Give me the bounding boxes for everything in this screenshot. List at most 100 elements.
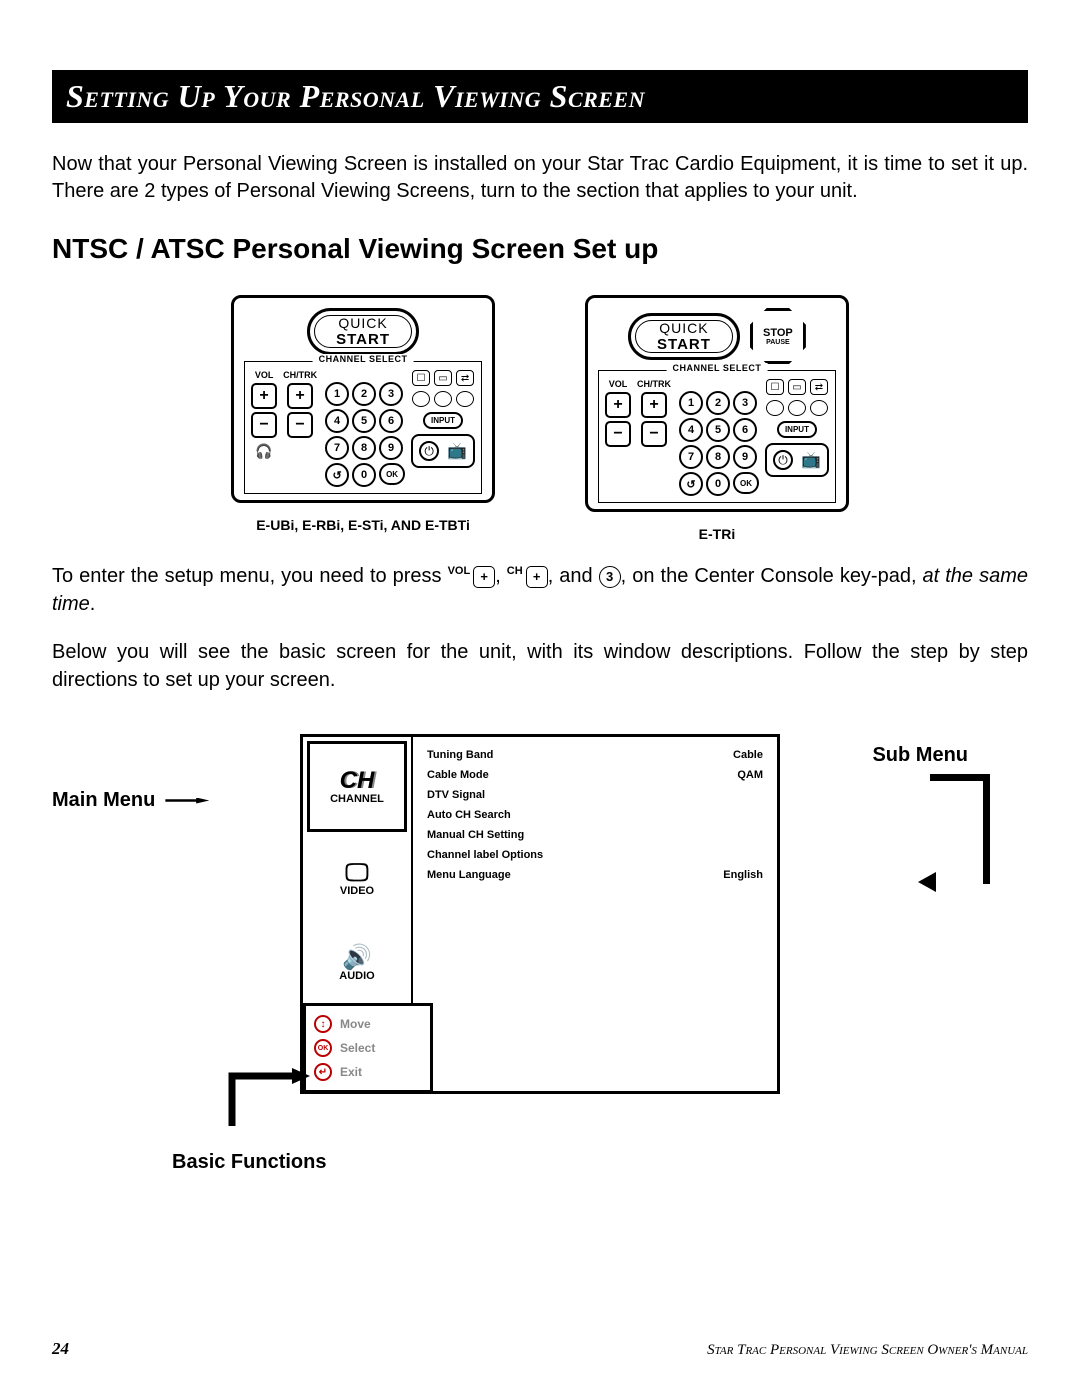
- vol-down-button-r[interactable]: −: [605, 421, 631, 447]
- section-heading: NTSC / ATSC Personal Viewing Screen Set …: [52, 233, 1028, 265]
- key-9[interactable]: 9: [379, 436, 403, 460]
- control-panels-row: QUICK START CHANNEL SELECT VOL + − 🎧 CH/…: [52, 295, 1028, 542]
- circle-icon-1[interactable]: [412, 391, 430, 407]
- basic-functions-arrow: [222, 1066, 322, 1136]
- panel-right-caption: E-TRi: [585, 526, 849, 542]
- main-menu-channel[interactable]: CH CHANNEL: [307, 741, 407, 832]
- channel-select-frame: CHANNEL SELECT VOL + − 🎧 CH/TRK + −: [244, 361, 482, 494]
- basic-fn-exit: ↵Exit: [314, 1063, 422, 1081]
- vol-up-button-r[interactable]: +: [605, 392, 631, 418]
- sub-row[interactable]: Channel label Options: [427, 849, 763, 861]
- circle-icon-3-r[interactable]: [810, 400, 828, 416]
- aspect-icon[interactable]: ▭: [434, 370, 452, 386]
- instruction-follow-steps: Below you will see the basic screen for …: [52, 638, 1028, 694]
- main-menu-audio[interactable]: 🔊 AUDIO: [303, 921, 411, 1006]
- aspect-icon-r[interactable]: ▭: [788, 379, 806, 395]
- sub-row[interactable]: Auto CH Search: [427, 809, 763, 821]
- channel-select-frame-r: CHANNEL SELECT VOL + − CH/TRK + −: [598, 370, 836, 503]
- usb-icon[interactable]: ⇄: [456, 370, 474, 386]
- power-icon-r[interactable]: ⏻: [773, 450, 793, 470]
- key-4-r[interactable]: 4: [679, 418, 703, 442]
- circle-icon-1-r[interactable]: [766, 400, 784, 416]
- basic-fn-select: OKSelect: [314, 1039, 422, 1057]
- key-2-r[interactable]: 2: [706, 391, 730, 415]
- callout-main-menu: Main Menu: [52, 789, 209, 812]
- stop-button[interactable]: STOP PAUSE: [750, 308, 806, 364]
- tv-screen: CH CHANNEL 🖵 VIDEO 🔊 AUDIO ⚙ SETTING Tun…: [300, 734, 780, 1094]
- inline-key-ch-plus: +: [526, 566, 548, 588]
- input-button-r[interactable]: INPUT: [777, 421, 817, 438]
- page-title-bar: Setting Up Your Personal Viewing Screen: [52, 70, 1028, 123]
- sub-menu-arrow-head: [918, 872, 936, 892]
- sub-row[interactable]: Tuning BandCable: [427, 749, 763, 761]
- key-1[interactable]: 1: [325, 382, 349, 406]
- key-7[interactable]: 7: [325, 436, 349, 460]
- stop-label: STOP: [763, 327, 793, 339]
- ch-down-button[interactable]: −: [287, 412, 313, 438]
- sub-row[interactable]: Menu LanguageEnglish: [427, 869, 763, 881]
- sub-row[interactable]: DTV Signal: [427, 789, 763, 801]
- usb-icon-r[interactable]: ⇄: [810, 379, 828, 395]
- key-6[interactable]: 6: [379, 409, 403, 433]
- tv-icon[interactable]: 📺: [447, 441, 467, 461]
- quick-start-button[interactable]: QUICK START: [307, 308, 419, 355]
- panel-left-wrap: QUICK START CHANNEL SELECT VOL + − 🎧 CH/…: [231, 295, 495, 542]
- key-0-r[interactable]: 0: [706, 472, 730, 496]
- callout-basic-functions: Basic Functions: [172, 1151, 326, 1174]
- pause-label: PAUSE: [766, 339, 790, 346]
- panel-right-wrap: QUICK START STOP PAUSE CHANNEL SELECT VO…: [585, 295, 849, 542]
- panel-right: QUICK START STOP PAUSE CHANNEL SELECT VO…: [585, 295, 849, 512]
- circle-icon-2[interactable]: [434, 391, 452, 407]
- video-icon: 🖵: [345, 861, 368, 885]
- key-5-r[interactable]: 5: [706, 418, 730, 442]
- tv-icon-r[interactable]: 📺: [801, 450, 821, 470]
- key-ok[interactable]: OK: [379, 463, 405, 485]
- intro-paragraph: Now that your Personal Viewing Screen is…: [52, 151, 1028, 205]
- main-menu-video[interactable]: 🖵 VIDEO: [303, 836, 411, 921]
- quick-start-button-r[interactable]: QUICK START: [628, 313, 740, 360]
- key-1-r[interactable]: 1: [679, 391, 703, 415]
- channel-select-label: CHANNEL SELECT: [313, 354, 414, 364]
- key-3-r[interactable]: 3: [733, 391, 757, 415]
- key-8[interactable]: 8: [352, 436, 376, 460]
- inline-key-3: 3: [599, 566, 621, 588]
- key-back-r[interactable]: ↺: [679, 472, 703, 496]
- basic-fn-move: ↕Move: [314, 1015, 422, 1033]
- ch-up-button-r[interactable]: +: [641, 392, 667, 418]
- key-2[interactable]: 2: [352, 382, 376, 406]
- vol-up-button[interactable]: +: [251, 383, 277, 409]
- sub-row[interactable]: Manual CH Setting: [427, 829, 763, 841]
- chtrk-label: CH/TRK: [283, 370, 317, 380]
- key-4[interactable]: 4: [325, 409, 349, 433]
- key-ok-r[interactable]: OK: [733, 472, 759, 494]
- channel-icon: CH: [340, 769, 375, 793]
- key-3[interactable]: 3: [379, 382, 403, 406]
- chtrk-label-r: CH/TRK: [637, 379, 671, 389]
- number-pad: 1 2 3 4 5 6 7 8 9 ↺ 0 OK: [325, 382, 403, 487]
- ch-up-button[interactable]: +: [287, 383, 313, 409]
- vol-label-r: VOL: [609, 379, 628, 389]
- inline-key-vol-plus: +: [473, 566, 495, 588]
- key-7-r[interactable]: 7: [679, 445, 703, 469]
- circle-icon-2-r[interactable]: [788, 400, 806, 416]
- power-icon[interactable]: ⏻: [419, 441, 439, 461]
- cc-icon-r[interactable]: ☐: [766, 379, 784, 395]
- key-8-r[interactable]: 8: [706, 445, 730, 469]
- ch-down-button-r[interactable]: −: [641, 421, 667, 447]
- sub-row[interactable]: Cable ModeQAM: [427, 769, 763, 781]
- key-9-r[interactable]: 9: [733, 445, 757, 469]
- quick-label-r: QUICK: [657, 320, 711, 336]
- cc-icon[interactable]: ☐: [412, 370, 430, 386]
- move-icon: ↕: [314, 1015, 332, 1033]
- key-back[interactable]: ↺: [325, 463, 349, 487]
- vol-label: VOL: [255, 370, 274, 380]
- circle-icon-3[interactable]: [456, 391, 474, 407]
- key-5[interactable]: 5: [352, 409, 376, 433]
- sub-menu-column: Tuning BandCable Cable ModeQAM DTV Signa…: [413, 737, 777, 1091]
- vol-down-button[interactable]: −: [251, 412, 277, 438]
- key-0[interactable]: 0: [352, 463, 376, 487]
- sub-menu-arrow-stem: [930, 774, 990, 884]
- input-button[interactable]: INPUT: [423, 412, 463, 429]
- key-6-r[interactable]: 6: [733, 418, 757, 442]
- footer-text: Star Trac Personal Viewing Screen Owner'…: [707, 1342, 1028, 1359]
